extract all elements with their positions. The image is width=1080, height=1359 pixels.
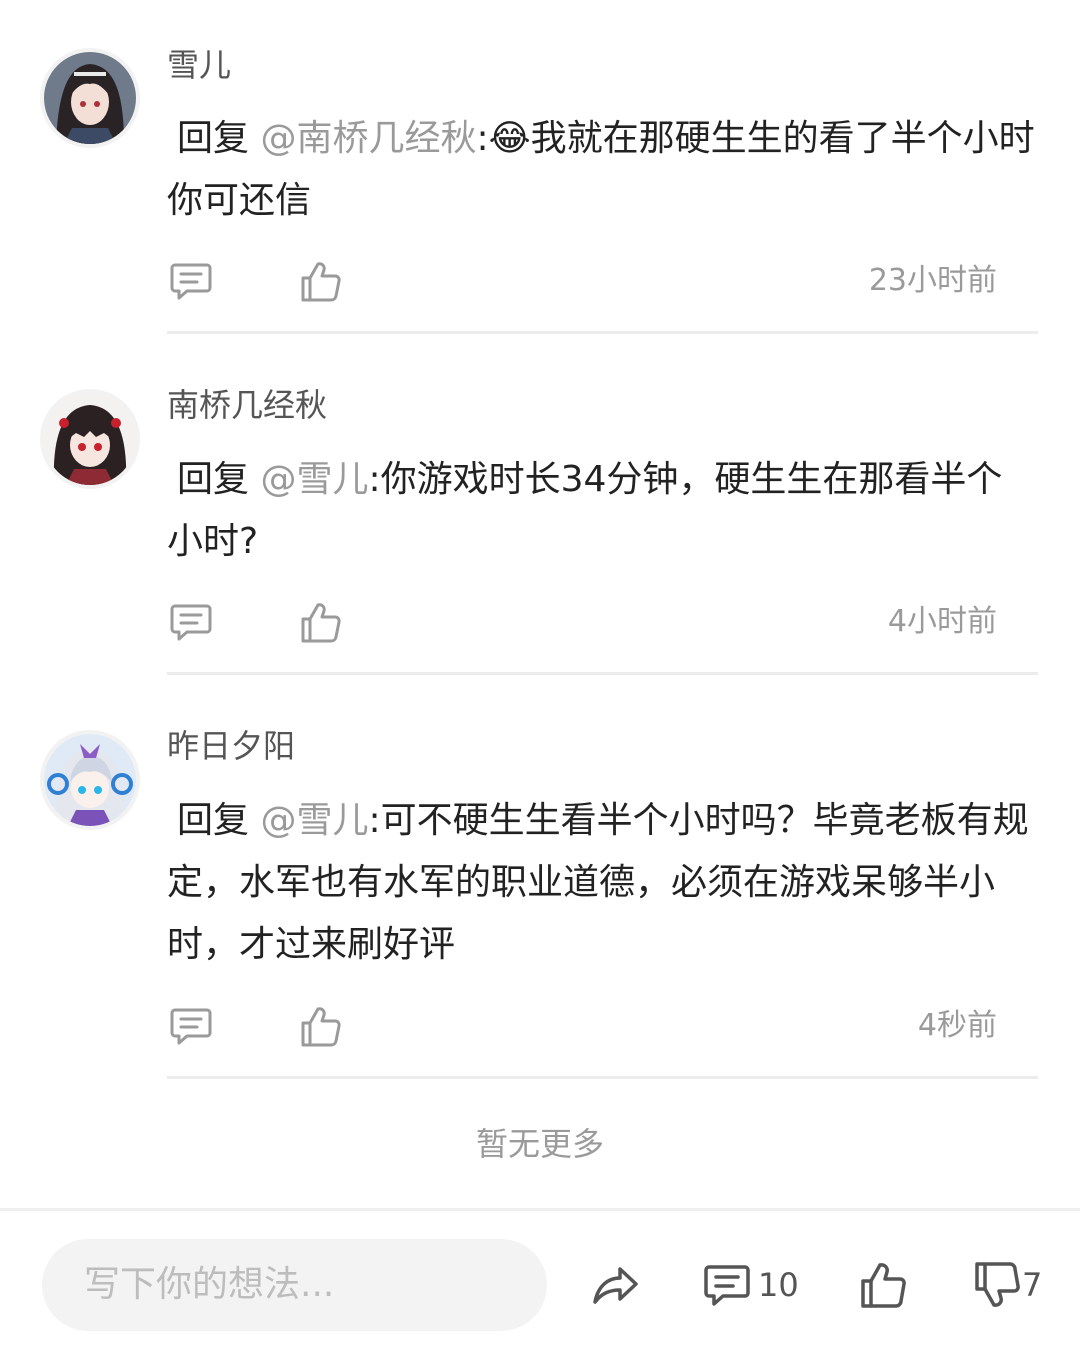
- share-button[interactable]: [590, 1255, 640, 1315]
- thumbs-up-icon: [858, 1260, 908, 1310]
- mention-link[interactable]: @南桥几经秋: [260, 118, 476, 159]
- comment-text: 回复 @南桥几经秋:😂我就在那硬生生的看了半个小时你可还信: [167, 108, 1037, 232]
- username[interactable]: 南桥几经秋: [167, 385, 327, 425]
- comment-bubble-icon: [702, 1260, 752, 1310]
- bottom-bar: 写下你的想法... 10 7: [0, 1208, 1080, 1359]
- reply-prefix: 回复: [177, 800, 261, 841]
- comment-bubble-icon[interactable]: [169, 259, 213, 303]
- comment-time: 4秒前: [917, 1008, 997, 1043]
- mention-link[interactable]: @雪儿: [260, 459, 368, 500]
- like-button[interactable]: [858, 1255, 908, 1315]
- thumbs-down-icon: [972, 1260, 1022, 1310]
- reply-prefix: 回复: [177, 118, 261, 159]
- username[interactable]: 昨日夕阳: [167, 726, 295, 766]
- dislike-button[interactable]: 7: [972, 1255, 1042, 1315]
- reply-prefix: 回复: [177, 459, 261, 500]
- thumbs-up-icon[interactable]: [298, 1004, 342, 1048]
- comment-time: 4小时前: [887, 604, 997, 639]
- dislike-count: 7: [1022, 1266, 1043, 1304]
- divider: [167, 1076, 1038, 1079]
- comments-button[interactable]: 10: [702, 1255, 799, 1315]
- mention-link[interactable]: @雪儿: [260, 800, 368, 841]
- comment-bubble-icon[interactable]: [169, 600, 213, 644]
- comment-count: 10: [758, 1266, 799, 1304]
- thumbs-up-icon[interactable]: [298, 600, 342, 644]
- share-arrow-icon: [590, 1260, 640, 1310]
- username[interactable]: 雪儿: [167, 45, 231, 85]
- comment-bubble-icon[interactable]: [169, 1004, 213, 1048]
- divider: [167, 672, 1038, 675]
- avatar[interactable]: [44, 52, 136, 144]
- avatar[interactable]: [44, 393, 136, 485]
- comment-text: 回复 @雪儿:可不硬生生看半个小时吗？毕竟老板有规定，水军也有水军的职业道德，必…: [167, 790, 1037, 976]
- comment-text: 回复 @雪儿:你游戏时长34分钟，硬生生在那看半个小时?: [167, 449, 1037, 573]
- thumbs-up-icon[interactable]: [298, 259, 342, 303]
- avatar[interactable]: [44, 734, 136, 826]
- comment-time: 23小时前: [868, 263, 997, 298]
- no-more-label: 暂无更多: [475, 1125, 604, 1163]
- divider: [167, 331, 1038, 334]
- comment-input[interactable]: 写下你的想法...: [42, 1239, 547, 1331]
